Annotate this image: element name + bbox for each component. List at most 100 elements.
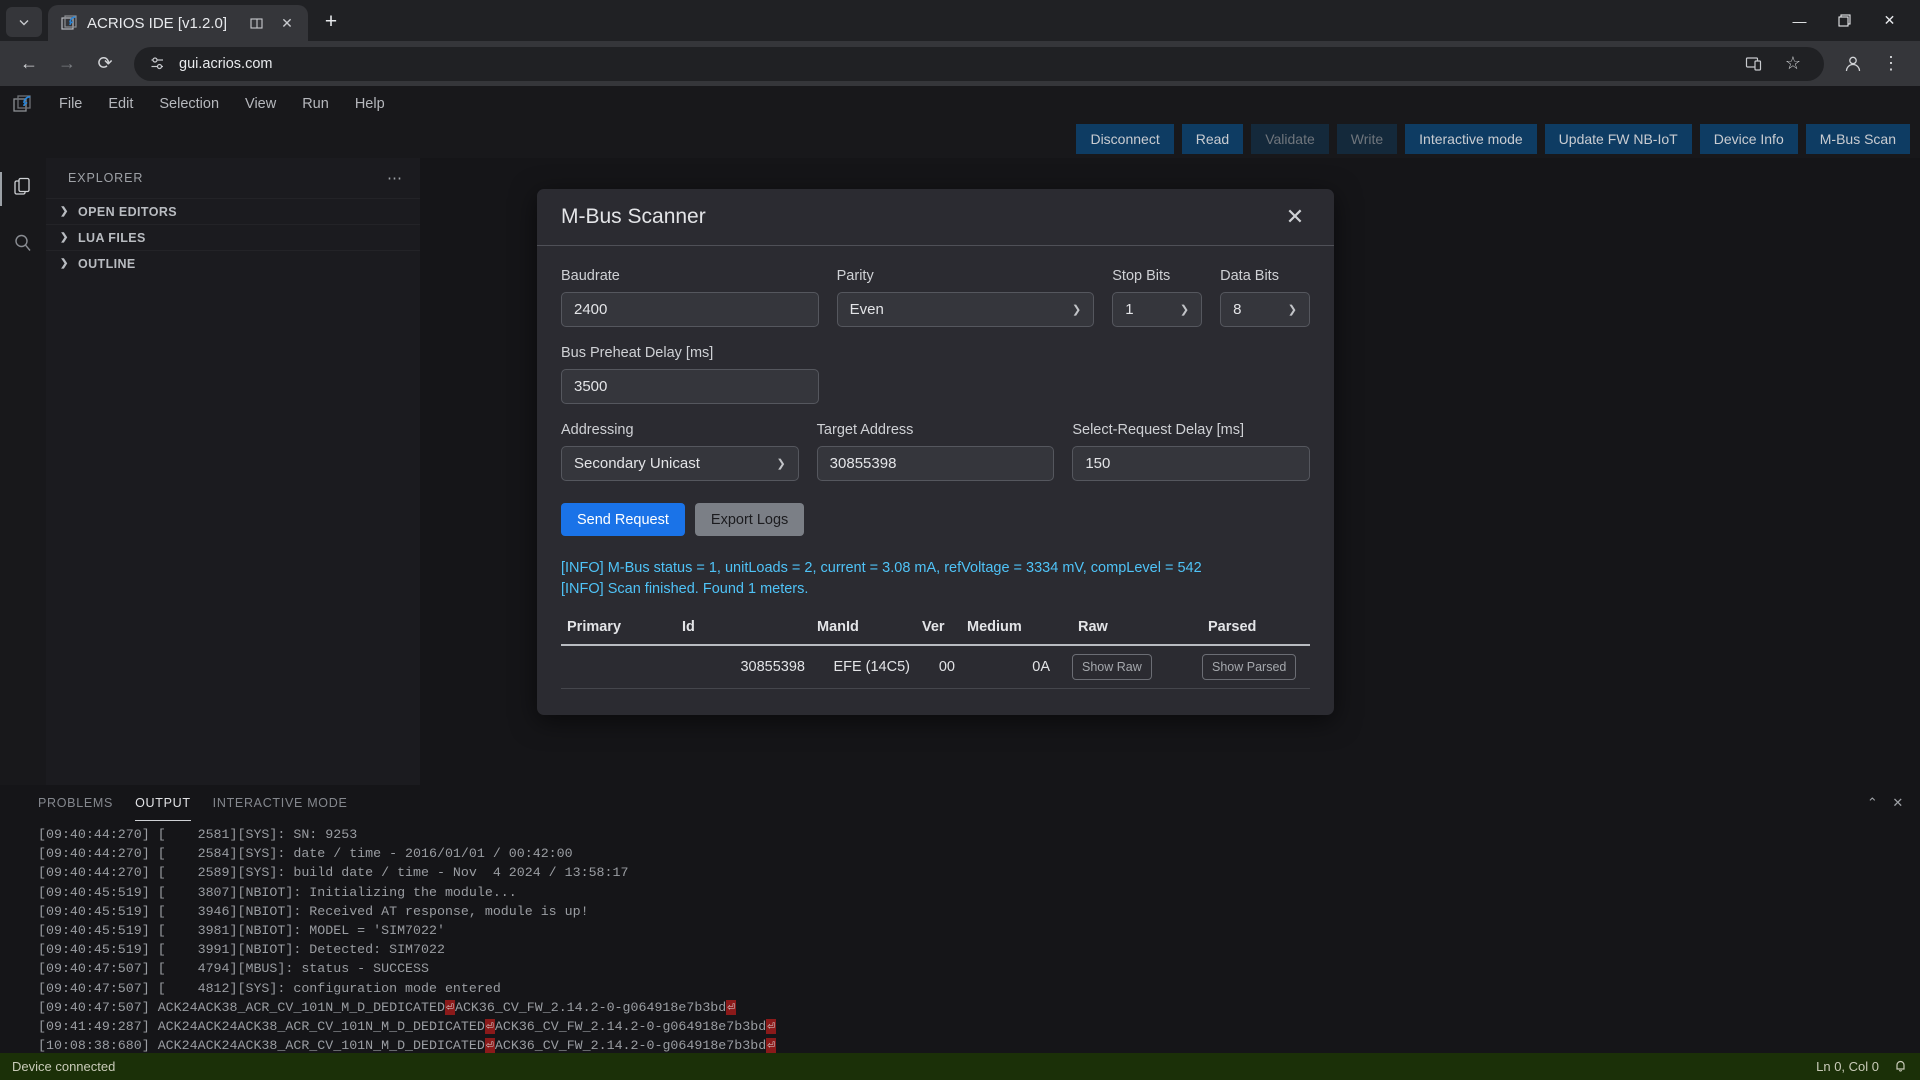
data-bits-select[interactable]: 8 ❯ (1220, 292, 1310, 327)
send-request-button[interactable]: Send Request (561, 503, 685, 536)
output-console[interactable]: [09:40:44:270] [ 2581][SYS]: SN: 9253 [09… (0, 821, 1920, 1053)
install-app-icon[interactable] (1736, 47, 1770, 81)
console-line: [09:40:47:507] ACK24ACK38_ACR_CV_101N_M_… (38, 999, 737, 1015)
scan-log-line: [INFO] Scan finished. Found 1 meters. (561, 580, 809, 597)
chevron-right-icon: ❯ (60, 258, 69, 269)
menu-view[interactable]: View (232, 86, 289, 122)
target-address-input[interactable]: 30855398 (816, 446, 1055, 481)
show-parsed-button[interactable]: Show Parsed (1202, 654, 1297, 681)
panel-tab-bar: PROBLEMS OUTPUT INTERACTIVE MODE ⌃ ✕ (0, 785, 1920, 821)
window-close-icon[interactable]: ✕ (1867, 0, 1912, 41)
baudrate-input[interactable]: 2400 (561, 292, 819, 327)
stop-bits-label: Stop Bits (1112, 268, 1171, 284)
app-menubar: File Edit Selection View Run Help (0, 86, 1920, 122)
split-tab-icon[interactable] (245, 12, 267, 34)
addressing-select[interactable]: Secondary Unicast ❯ (561, 446, 799, 481)
sidebar-section-label: OPEN EDITORS (78, 204, 178, 219)
bottom-panel: PROBLEMS OUTPUT INTERACTIVE MODE ⌃ ✕ [09… (0, 785, 1920, 1053)
mbus-scan-button[interactable]: M-Bus Scan (1805, 124, 1910, 154)
select-request-delay-label: Select-Request Delay [ms] (1072, 422, 1244, 438)
tab-problems[interactable]: PROBLEMS (38, 785, 113, 821)
data-bits-value: 8 (1233, 301, 1242, 318)
chevron-up-icon[interactable]: ⌃ (1867, 795, 1879, 811)
addressing-label: Addressing (561, 422, 634, 438)
new-tab-button[interactable]: + (314, 5, 348, 39)
crlf-glyph: ⏎ (766, 1038, 777, 1053)
cell-ver: 00 (916, 645, 961, 690)
console-line: [09:40:44:270] [ 2581][SYS]: SN: 9253 (38, 827, 358, 842)
update-fw-nbiot-button[interactable]: Update FW NB-IoT (1544, 124, 1692, 154)
activity-explorer[interactable] (0, 170, 46, 208)
kebab-menu-icon[interactable]: ⋮ (1874, 47, 1908, 81)
chevron-down-icon: ❯ (1287, 304, 1297, 316)
parity-value: Even (849, 301, 884, 318)
arrow-left-icon[interactable]: ← (12, 47, 46, 81)
bell-icon[interactable] (1893, 1058, 1908, 1076)
star-icon[interactable]: ☆ (1776, 47, 1810, 81)
scan-log: [INFO] M-Bus status = 1, unitLoads = 2, … (561, 558, 1310, 599)
stop-bits-value: 1 (1125, 301, 1134, 318)
chevron-right-icon: ❯ (60, 232, 69, 243)
maximize-icon[interactable] (1822, 0, 1867, 41)
search-icon (12, 232, 34, 259)
show-raw-button[interactable]: Show Raw (1072, 654, 1152, 681)
ellipsis-icon[interactable]: ⋯ (387, 169, 404, 187)
omnibox[interactable]: gui.acrios.com ☆ (134, 46, 1824, 81)
page-settings-icon[interactable] (148, 54, 167, 73)
console-line: [09:40:44:270] [ 2589][SYS]: build date … (38, 865, 629, 881)
console-line: [09:40:44:270] [ 2584][SYS]: date / time… (38, 846, 573, 862)
status-bar: Device connected Ln 0, Col 0 (0, 1053, 1920, 1080)
browser-navigation-bar: ← → ⟳ gui.acrios.com ☆ ⋮ (0, 41, 1920, 86)
menu-edit[interactable]: Edit (95, 86, 146, 122)
interactive-mode-button[interactable]: Interactive mode (1405, 124, 1537, 154)
data-bits-label: Data Bits (1220, 268, 1279, 284)
arrow-right-icon[interactable]: → (50, 47, 84, 81)
close-icon[interactable]: ✕ (276, 12, 298, 34)
menu-file[interactable]: File (46, 86, 95, 122)
disconnect-button[interactable]: Disconnect (1076, 124, 1174, 154)
crlf-glyph: ⏎ (726, 999, 737, 1015)
chevron-down-icon: ❯ (1072, 304, 1082, 316)
tab-output[interactable]: OUTPUT (135, 785, 191, 821)
browser-tab[interactable]: ACRIOS IDE [v1.2.0] ✕ (48, 5, 308, 41)
reload-icon[interactable]: ⟳ (88, 47, 122, 81)
menu-help[interactable]: Help (342, 86, 398, 122)
select-request-delay-input[interactable]: 150 (1072, 446, 1311, 481)
acrios-ide-app: File Edit Selection View Run Help Discon… (0, 86, 1920, 1080)
baudrate-label: Baudrate (561, 268, 620, 284)
col-id: Id (676, 613, 811, 647)
read-button[interactable]: Read (1181, 124, 1244, 154)
acrios-app-logo-icon (0, 86, 46, 122)
close-icon[interactable]: ✕ (1280, 202, 1310, 232)
console-line: [10:08:38:680] ACK24ACK24ACK38_ACR_CV_10… (38, 1038, 777, 1053)
parity-select[interactable]: Even ❯ (836, 292, 1095, 327)
write-button: Write (1336, 124, 1398, 154)
sidebar-section-label: OUTLINE (78, 256, 136, 271)
url-text: gui.acrios.com (179, 55, 273, 72)
cursor-position[interactable]: Ln 0, Col 0 (1816, 1059, 1879, 1074)
export-logs-button[interactable]: Export Logs (694, 503, 805, 536)
device-info-button[interactable]: Device Info (1699, 124, 1798, 154)
sidebar-section-outline[interactable]: ❯ OUTLINE (46, 250, 420, 276)
stop-bits-select[interactable]: 1 ❯ (1112, 292, 1203, 327)
console-line: [09:40:45:519] [ 3981][NBIOT]: MODEL = '… (38, 923, 445, 939)
browser-tab-title: ACRIOS IDE [v1.2.0] (87, 14, 228, 32)
profile-avatar-icon[interactable] (1836, 47, 1870, 81)
close-icon[interactable]: ✕ (1892, 795, 1904, 811)
tab-list-button[interactable] (6, 7, 42, 37)
menu-run[interactable]: Run (289, 86, 342, 122)
col-medium: Medium (961, 613, 1056, 647)
bus-preheat-delay-input[interactable]: 3500 (561, 369, 819, 404)
scan-results-table: Primary Id ManId Ver Medium Raw Parsed 3… (561, 613, 1310, 690)
sidebar-section-lua-files[interactable]: ❯ LUA FILES (46, 224, 420, 250)
addressing-value: Secondary Unicast (574, 455, 700, 472)
tab-interactive-mode[interactable]: INTERACTIVE MODE (213, 785, 348, 821)
menu-selection[interactable]: Selection (146, 86, 232, 122)
sidebar-title: EXPLORER (68, 171, 144, 185)
activity-bar (0, 158, 46, 785)
sidebar-section-open-editors[interactable]: ❯ OPEN EDITORS (46, 198, 420, 224)
device-toolbar: Disconnect Read Validate Write Interacti… (0, 122, 1920, 158)
minimize-icon[interactable]: — (1777, 0, 1822, 41)
activity-search[interactable] (0, 226, 46, 264)
cell-id: 30855398 (676, 645, 811, 690)
